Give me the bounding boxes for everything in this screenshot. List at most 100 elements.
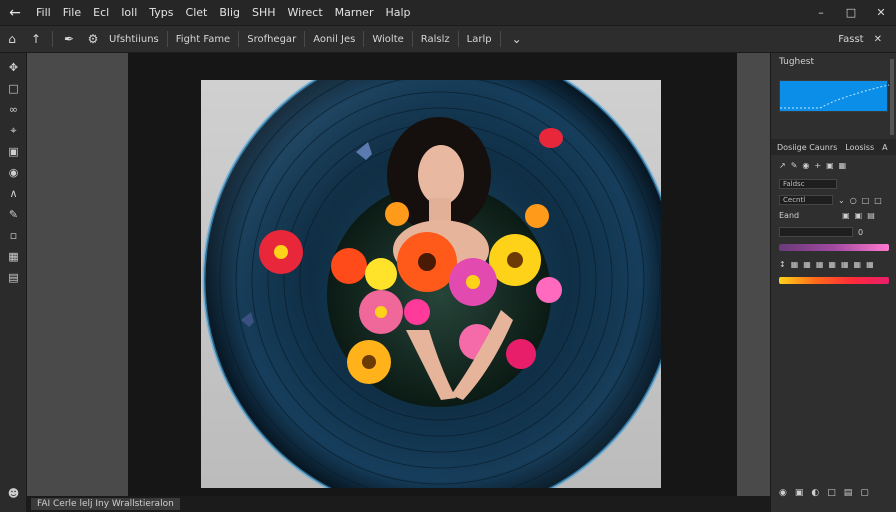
divider xyxy=(499,31,501,47)
divider xyxy=(52,31,53,47)
label-row: Eand ▣ ▣ ▤ xyxy=(779,211,875,220)
frame-icon[interactable]: ▣ xyxy=(0,141,27,162)
folder-icon[interactable]: □ xyxy=(827,488,836,498)
square-icon[interactable]: □ xyxy=(874,196,882,205)
link-icon[interactable]: ▣ xyxy=(842,211,850,220)
value-row: 0 xyxy=(779,227,863,237)
right-panel: Tughest Dosiige Caunrs Loosiss A ↗ ✎ ◉ +… xyxy=(770,53,896,512)
eraser-icon[interactable]: ▫ xyxy=(0,225,27,246)
tab-a[interactable]: A xyxy=(882,143,887,152)
panel-tabs: Dosiige Caunrs Loosiss A xyxy=(771,139,896,155)
option-button-4[interactable]: Aonil Jes xyxy=(309,34,359,45)
mask-add-icon[interactable]: ▣ xyxy=(795,488,804,498)
scrollbar[interactable] xyxy=(890,59,894,135)
new-layer-icon[interactable]: ▤ xyxy=(844,488,853,498)
histogram-chart xyxy=(779,80,890,112)
pen-icon[interactable]: ∧ xyxy=(0,183,27,204)
options-right-label[interactable]: Fasst xyxy=(838,34,863,45)
artwork-image xyxy=(202,80,661,488)
divider xyxy=(457,31,459,47)
mode-field[interactable]: Cecntl xyxy=(779,195,833,205)
menu-item-3d[interactable]: SHH xyxy=(246,0,282,25)
home-icon[interactable]: ⌂ xyxy=(0,32,24,46)
crop-icon[interactable]: ⌖ xyxy=(0,120,27,141)
divider xyxy=(411,31,413,47)
color-gradient-bar-2[interactable] xyxy=(779,277,889,284)
lock-icon[interactable]: ▣ xyxy=(826,161,834,170)
shape-icon[interactable]: ▤ xyxy=(0,267,27,288)
color-gradient-bar-1[interactable] xyxy=(779,244,889,251)
lasso-icon[interactable]: ∞ xyxy=(0,99,27,120)
divider xyxy=(363,31,365,47)
histogram-title: Tughest xyxy=(779,57,815,67)
status-bar: FAI Cerle lelj Iny Wrallstieralon xyxy=(27,496,770,512)
tools-panel: ✥ □ ∞ ⌖ ▣ ◉ ∧ ✎ ▫ ▦ ▤ ☻ xyxy=(0,53,27,512)
menu-item-help[interactable]: Halp xyxy=(379,0,416,25)
option-button-1[interactable]: Ufshtiiuns xyxy=(105,34,163,45)
field-row-2: Cecntl ⌄ ○ □ □ xyxy=(779,195,882,205)
marquee-icon[interactable]: □ xyxy=(0,78,27,99)
image-icon[interactable]: ▤ xyxy=(867,211,875,220)
square-icon[interactable]: □ xyxy=(862,196,870,205)
eyedropper-icon[interactable]: ◉ xyxy=(0,162,27,183)
add-icon[interactable]: + xyxy=(814,161,821,170)
tool-preset-icon[interactable]: ↑ xyxy=(24,32,48,46)
menu-item-file[interactable]: File xyxy=(57,0,87,25)
option-button-2[interactable]: Fight Fame xyxy=(172,34,234,45)
menu-item-view[interactable]: Wirect xyxy=(282,0,329,25)
fill-icon[interactable]: ◉ xyxy=(802,161,809,170)
chevron-down-icon[interactable]: ⌄ xyxy=(505,32,529,46)
circle-icon[interactable]: ○ xyxy=(850,196,857,205)
brush-preset-icon[interactable]: ✒ xyxy=(57,32,81,46)
trash-icon[interactable]: ▢ xyxy=(860,488,869,498)
panel-footer: ◉ ▣ ◐ □ ▤ ▢ xyxy=(779,488,869,498)
swatch-icon[interactable]: ▦ xyxy=(828,260,836,269)
account-icon[interactable]: ☻ xyxy=(0,483,27,504)
menu-item-tool[interactable]: Ioll xyxy=(115,0,143,25)
swatch-icon[interactable]: ▦ xyxy=(803,260,811,269)
fx-icon[interactable]: ◉ xyxy=(779,488,787,498)
back-arrow-icon[interactable]: ← xyxy=(0,0,30,25)
menu-item-type[interactable]: Typs xyxy=(143,0,179,25)
swatch-icon[interactable]: ▦ xyxy=(854,260,862,269)
blend-field[interactable]: Faldsc xyxy=(779,179,837,189)
status-text: FAI Cerle lelj Iny Wrallstieralon xyxy=(31,498,180,510)
menu-item-fill[interactable]: Fill xyxy=(30,0,57,25)
swatch-icon[interactable]: ▦ xyxy=(816,260,824,269)
type-icon[interactable]: ▦ xyxy=(0,246,27,267)
grid-icon[interactable]: ▦ xyxy=(839,161,847,170)
swatch-icon[interactable]: ▦ xyxy=(866,260,874,269)
pencil-icon[interactable]: ✎ xyxy=(791,161,798,170)
pointer-icon[interactable]: ↗ xyxy=(779,161,786,170)
menu-item-window[interactable]: Marner xyxy=(329,0,380,25)
option-button-5[interactable]: Wiolte xyxy=(368,34,407,45)
close-button[interactable]: ✕ xyxy=(866,6,896,19)
options-bar: ⌂ ↑ ✒ ⚙ Ufshtiiuns Fight Fame Srofhegar … xyxy=(0,25,896,53)
menu-item-edit[interactable]: Ecl xyxy=(87,0,115,25)
brush-icon[interactable]: ✎ xyxy=(0,204,27,225)
arrow-icon[interactable]: ↕ xyxy=(779,260,786,269)
band-label: Eand xyxy=(779,211,800,220)
menu-item-filter[interactable]: Blig xyxy=(213,0,246,25)
divider xyxy=(304,31,306,47)
chevron-down-icon[interactable]: ⌄ xyxy=(838,196,845,205)
mask-icon[interactable]: ▣ xyxy=(855,211,863,220)
option-button-3[interactable]: Srofhegar xyxy=(243,34,300,45)
divider xyxy=(166,31,168,47)
maximize-button[interactable]: □ xyxy=(836,6,866,19)
menu-item-select[interactable]: Clet xyxy=(180,0,214,25)
opacity-field[interactable] xyxy=(779,227,853,237)
move-icon[interactable]: ✥ xyxy=(0,57,27,78)
tab-layers[interactable]: Loosiss xyxy=(845,143,874,152)
options-close-icon[interactable]: ✕ xyxy=(874,34,882,45)
swatch-icon[interactable]: ▦ xyxy=(841,260,849,269)
document-canvas[interactable] xyxy=(201,80,661,488)
tab-design-colors[interactable]: Dosiige Caunrs xyxy=(777,143,837,152)
value-display: 0 xyxy=(858,227,864,237)
option-button-6[interactable]: Ralslz xyxy=(417,34,454,45)
option-button-7[interactable]: Larlp xyxy=(463,34,496,45)
swatch-icon[interactable]: ▦ xyxy=(791,260,799,269)
minimize-button[interactable]: – xyxy=(806,6,836,19)
settings-icon[interactable]: ⚙ xyxy=(81,32,105,46)
adjust-icon[interactable]: ◐ xyxy=(811,488,819,498)
